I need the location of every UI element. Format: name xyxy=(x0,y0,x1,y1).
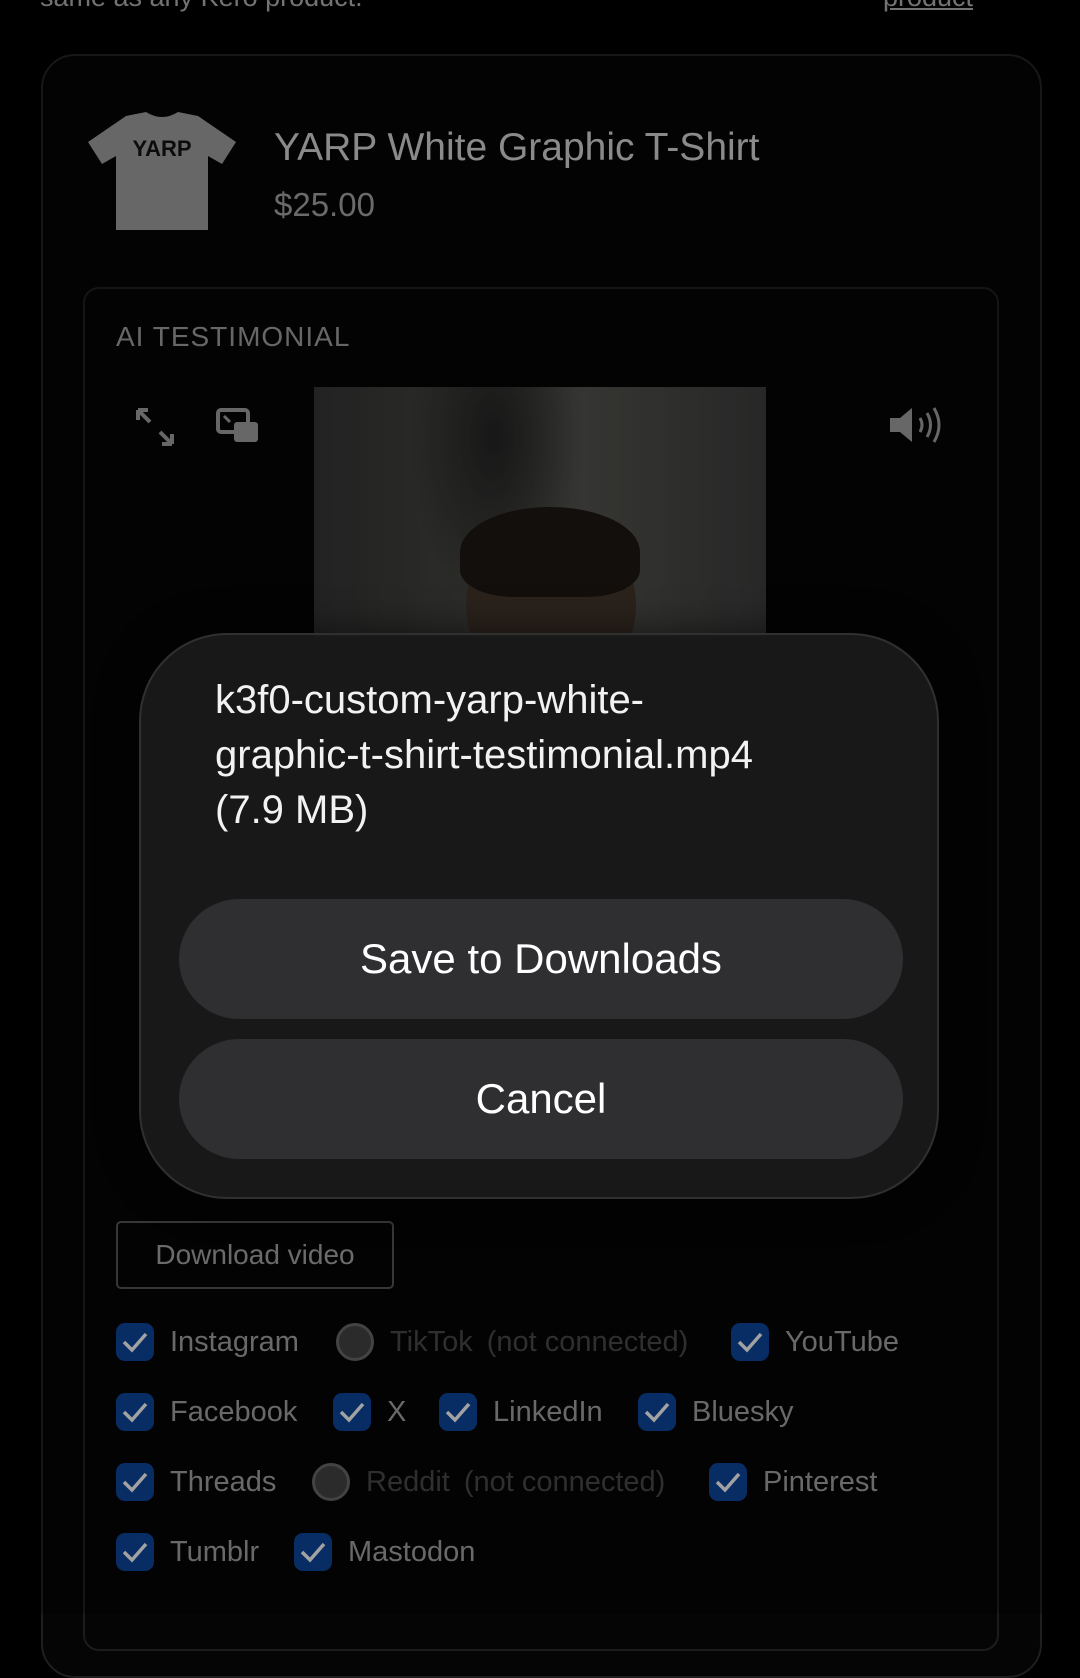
cancel-button[interactable]: Cancel xyxy=(179,1039,903,1159)
filename-line-2: graphic-t-shirt-testimonial.mp4 xyxy=(215,733,753,777)
download-dialog: k3f0-custom-yarp-white- graphic-t-shirt-… xyxy=(139,633,939,1199)
save-to-downloads-button[interactable]: Save to Downloads xyxy=(179,899,903,1019)
filename-line-1: k3f0-custom-yarp-white- xyxy=(215,678,645,722)
file-size: (7.9 MB) xyxy=(215,788,369,832)
dialog-filename: k3f0-custom-yarp-white- graphic-t-shirt-… xyxy=(215,673,855,838)
